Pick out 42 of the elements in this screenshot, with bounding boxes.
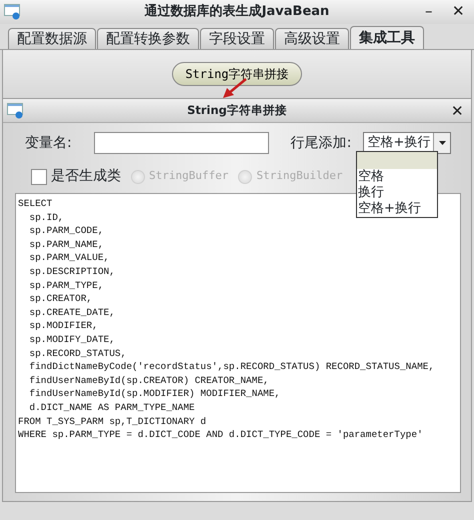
code-line: sp.MODIFIER, bbox=[28, 319, 98, 333]
code-line: sp.PARM_VALUE, bbox=[28, 251, 110, 265]
code-line: WHERE sp.PARM_TYPE = d.DICT_CODE AND d.DICT_TYPE_CODE = 'parameterType' bbox=[18, 428, 423, 442]
close-button[interactable]: ✕ bbox=[452, 2, 465, 20]
dialog-title: String字符串拼接 bbox=[187, 102, 287, 119]
app-icon bbox=[4, 4, 22, 20]
tab[interactable]: 集成工具 bbox=[350, 26, 424, 49]
code-line: d.DICT_NAME AS PARM_TYPE_NAME bbox=[28, 400, 195, 414]
tab[interactable]: 配置数据源 bbox=[8, 28, 96, 49]
window-title: 通过数据库的表生成JavaBean bbox=[144, 2, 330, 22]
code-line: FROM T_SYS_PARM sp,T_DICTIONARY d bbox=[18, 414, 206, 428]
line-end-label: 行尾添加: bbox=[290, 134, 352, 152]
tab[interactable]: 字段设置 bbox=[200, 28, 274, 49]
code-line: findUserNameById(sp.CREATOR) CREATOR_NAME, bbox=[28, 374, 269, 388]
code-line: sp.ID, bbox=[28, 210, 64, 224]
code-line: sp.PARM_NAME, bbox=[28, 238, 104, 252]
dropdown-option[interactable]: 换行 bbox=[357, 185, 437, 201]
close-button[interactable]: ✕ bbox=[451, 102, 464, 120]
tab[interactable]: 配置转换参数 bbox=[97, 28, 199, 49]
code-line: sp.PARM_TYPE, bbox=[28, 278, 104, 292]
code-line: sp.CREATE_DATE, bbox=[28, 306, 115, 320]
checkbox[interactable] bbox=[31, 168, 47, 184]
caret-icon bbox=[438, 141, 446, 145]
code-line: findUserNameById(sp.MODIFIER) MODIFIER_NAME, bbox=[28, 387, 280, 401]
code-line: findDictNameByCode('recordStatus',sp.RECORD_STATUS) RECORD_STATUS_NAME, bbox=[28, 360, 434, 374]
app-icon bbox=[7, 103, 25, 119]
variable-name-label: 变量名: bbox=[25, 134, 72, 152]
dropdown-option[interactable]: 空格+换行 bbox=[357, 201, 437, 217]
checkbox-label: 是否生成类 bbox=[51, 167, 121, 186]
code-line: sp.CREATOR, bbox=[28, 292, 92, 306]
radio-label: StringBuffer bbox=[149, 168, 228, 184]
code-line: sp.MODIFY_DATE, bbox=[28, 332, 115, 347]
code-line: sp.PARM_CODE, bbox=[28, 224, 104, 238]
radio-label: StringBuilder bbox=[256, 168, 343, 184]
minimize-button[interactable]: – bbox=[425, 2, 432, 20]
string-concat-button[interactable]: String字符串拼接 bbox=[172, 62, 302, 86]
variable-name-field[interactable] bbox=[94, 132, 269, 154]
dropdown-option[interactable]: 空格 bbox=[357, 169, 437, 185]
tab[interactable]: 高级设置 bbox=[275, 28, 349, 49]
code-line: sp.DESCRIPTION, bbox=[28, 264, 115, 279]
code-line: SELECT bbox=[18, 197, 52, 211]
code-line: sp.RECORD_STATUS, bbox=[28, 346, 126, 360]
